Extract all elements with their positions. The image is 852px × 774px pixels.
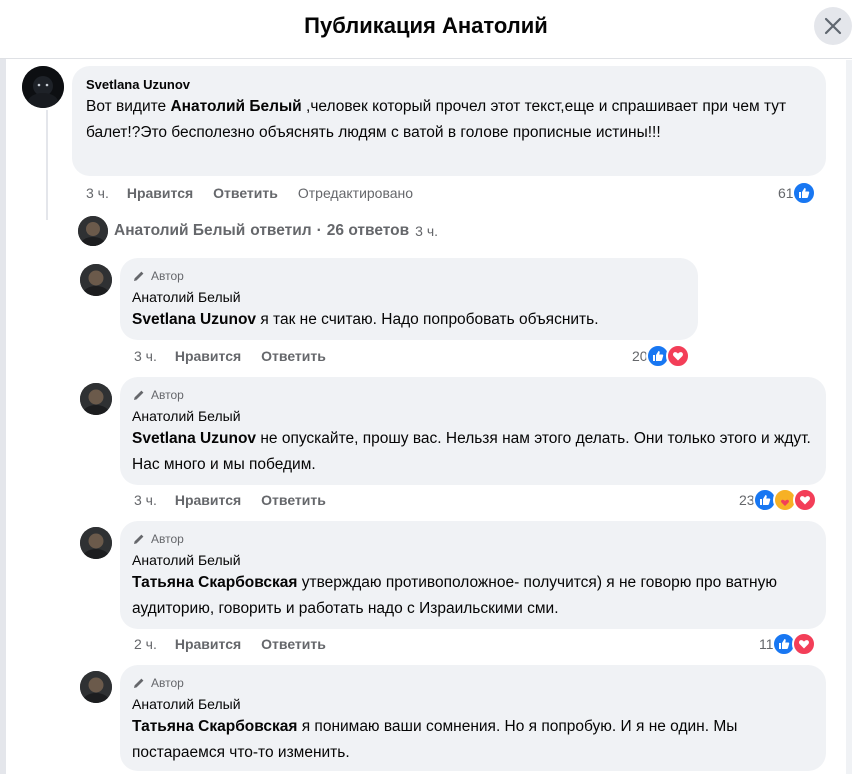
replies-separator: · bbox=[316, 222, 322, 239]
reply-time[interactable]: 3 ч. bbox=[134, 348, 157, 364]
reply-actions: 3 ч. Нравится Ответить bbox=[134, 490, 346, 510]
reply-author[interactable]: Анатолий Белый bbox=[132, 550, 814, 570]
author-badge-label: Автор bbox=[151, 388, 184, 402]
dialog-title: Публикация Анатолий bbox=[304, 13, 548, 38]
replies-count: 26 ответов bbox=[326, 222, 410, 239]
mention-link[interactable]: Svetlana Uzunov bbox=[132, 311, 256, 328]
like-icon bbox=[791, 181, 816, 205]
comment-bubble: Svetlana Uzunov Вот видите Анатолий Белы… bbox=[72, 66, 826, 176]
edited-label: Отредактировано bbox=[297, 185, 414, 201]
comment-text: Вот видите Анатолий Белый ,человек котор… bbox=[86, 94, 812, 146]
pencil-icon bbox=[134, 271, 144, 281]
love-icon bbox=[791, 632, 816, 656]
mention-link[interactable]: Татьяна Скарбовская bbox=[132, 574, 297, 591]
avatar-image bbox=[22, 66, 64, 108]
avatar[interactable] bbox=[78, 216, 108, 246]
avatar-image bbox=[78, 216, 108, 246]
comment-text-part: Вот видите bbox=[86, 98, 171, 115]
reply-bubble: Автор Анатолий Белый Татьяна Скарбовская… bbox=[120, 521, 826, 629]
mention-link[interactable]: Татьяна Скарбовская bbox=[132, 718, 297, 735]
reply-button[interactable]: Ответить bbox=[261, 636, 326, 652]
thread-line bbox=[46, 110, 48, 220]
reply-actions: 3 ч. Нравится Ответить bbox=[134, 346, 346, 366]
author-badge: Автор bbox=[132, 530, 814, 548]
love-icon bbox=[665, 344, 690, 368]
pencil-icon bbox=[134, 534, 144, 544]
replies-time: 3 ч. bbox=[415, 223, 438, 239]
like-button[interactable]: Нравится bbox=[175, 636, 241, 652]
reply-text: Svetlana Uzunov не опускайте, прошу вас.… bbox=[132, 426, 814, 478]
author-badge: Автор bbox=[132, 267, 686, 285]
replies-action: ответил bbox=[250, 222, 312, 239]
scrollbar[interactable] bbox=[846, 60, 852, 774]
reply-author[interactable]: Анатолий Белый bbox=[132, 287, 686, 307]
reply-text: Svetlana Uzunov я так не считаю. Надо по… bbox=[132, 307, 686, 333]
avatar-image bbox=[80, 527, 112, 559]
love-icon bbox=[792, 488, 817, 512]
reaction-summary[interactable]: 20 bbox=[632, 344, 690, 368]
reply-button[interactable]: Ответить bbox=[261, 492, 326, 508]
close-button[interactable] bbox=[814, 7, 852, 45]
reaction-summary[interactable]: 61 bbox=[778, 181, 816, 205]
reply-author[interactable]: Анатолий Белый bbox=[132, 694, 814, 714]
avatar[interactable] bbox=[80, 264, 112, 296]
reply-text: Татьяна Скарбовская я понимаю ваши сомне… bbox=[132, 714, 814, 766]
avatar-image bbox=[80, 383, 112, 415]
author-badge-label: Автор bbox=[151, 676, 184, 690]
avatar-image bbox=[80, 264, 112, 296]
reply-time[interactable]: 3 ч. bbox=[134, 492, 157, 508]
comment-time[interactable]: 3 ч. bbox=[86, 185, 109, 201]
replies-author: Анатолий Белый bbox=[114, 222, 246, 239]
dialog-header: Публикация Анатолий bbox=[0, 0, 852, 59]
comment-actions: 3 ч. Нравится Ответить Отредактировано bbox=[86, 183, 413, 203]
mention-link[interactable]: Анатолий Белый bbox=[170, 98, 301, 115]
author-badge-label: Автор bbox=[151, 532, 184, 546]
reply-bubble: Автор Анатолий Белый Svetlana Uzunov я т… bbox=[120, 258, 698, 340]
reply-time[interactable]: 2 ч. bbox=[134, 636, 157, 652]
avatar-image bbox=[80, 671, 112, 703]
like-button[interactable]: Нравится bbox=[175, 348, 241, 364]
author-badge: Автор bbox=[132, 386, 814, 404]
avatar[interactable] bbox=[22, 66, 64, 108]
author-badge-label: Автор bbox=[151, 269, 184, 283]
avatar[interactable] bbox=[80, 383, 112, 415]
replies-summary-link[interactable]: Анатолий Белый ответил · 26 ответов 3 ч. bbox=[114, 222, 438, 240]
close-icon bbox=[824, 17, 842, 35]
avatar[interactable] bbox=[80, 671, 112, 703]
left-edge-strip bbox=[0, 0, 6, 774]
reaction-summary[interactable]: 23 bbox=[739, 488, 817, 512]
pencil-icon bbox=[134, 390, 144, 400]
reply-bubble: Автор Анатолий Белый Svetlana Uzunov не … bbox=[120, 377, 826, 485]
pencil-icon bbox=[134, 678, 144, 688]
comment-author[interactable]: Svetlana Uzunov bbox=[86, 76, 812, 94]
avatar[interactable] bbox=[80, 527, 112, 559]
author-badge: Автор bbox=[132, 674, 814, 692]
reply-actions: 2 ч. Нравится Ответить bbox=[134, 634, 346, 654]
mention-link[interactable]: Svetlana Uzunov bbox=[132, 430, 256, 447]
reply-text-part: я так не считаю. Надо попробовать объясн… bbox=[256, 311, 599, 328]
reply-bubble: Автор Анатолий Белый Татьяна Скарбовская… bbox=[120, 665, 826, 771]
reply-button[interactable]: Ответить bbox=[261, 348, 326, 364]
like-button[interactable]: Нравится bbox=[175, 492, 241, 508]
reply-text: Татьяна Скарбовская утверждаю противопол… bbox=[132, 570, 814, 622]
reply-author[interactable]: Анатолий Белый bbox=[132, 406, 814, 426]
reaction-summary[interactable]: 11 bbox=[759, 632, 816, 656]
like-button[interactable]: Нравится bbox=[127, 185, 193, 201]
reply-button[interactable]: Ответить bbox=[213, 185, 278, 201]
